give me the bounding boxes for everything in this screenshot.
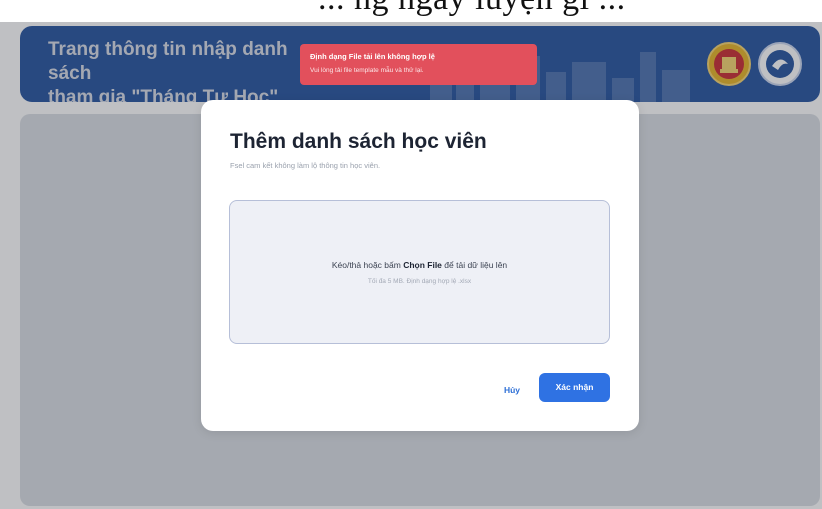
dropzone-instructions: Kéo/thả hoặc bấm Chọn File để tải dữ liệ… xyxy=(331,260,508,270)
file-dropzone[interactable]: Kéo/thả hoặc bấm Chọn File để tải dữ liệ… xyxy=(229,200,610,344)
toast-title: Định dạng File tải lên không hợp lệ xyxy=(310,52,435,61)
page-top-cutoff-text: ... ng ngày luyện gi ... xyxy=(0,0,822,22)
dropzone-hint: Tối đa 5 MB. Định dạng hợp lệ .xlsx xyxy=(367,278,472,285)
choose-file-link[interactable]: Chọn File xyxy=(403,260,442,270)
cancel-button[interactable]: Hủy xyxy=(497,380,527,400)
add-students-modal: Thêm danh sách học viên Fsel cam kết khô… xyxy=(201,100,639,431)
confirm-button[interactable]: Xác nhận xyxy=(539,373,610,402)
toast-message: Vui lòng tải file template mẫu và thử lạ… xyxy=(310,67,424,74)
modal-title: Thêm danh sách học viên xyxy=(230,130,487,153)
modal-subtitle: Fsel cam kết không làm lộ thông tin học … xyxy=(230,161,381,170)
error-toast: Định dạng File tải lên không hợp lệ Vui … xyxy=(300,44,537,85)
